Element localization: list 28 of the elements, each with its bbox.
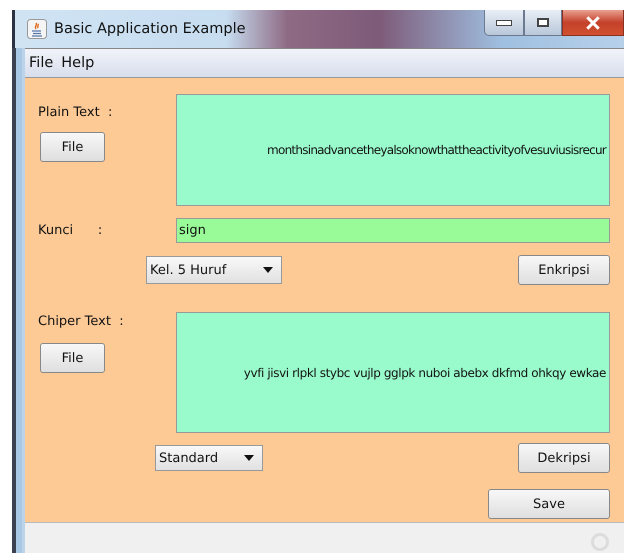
save-button[interactable]: Save [488,489,610,519]
field-value: sign [179,223,206,238]
text-area[interactable]: yvfi jisvi rlpkl stybc vujlp gglpk nuboi abebx dkfmd ohkqy ewkae [176,312,610,433]
field-label: Chiper Text : [38,314,124,329]
field-label: Plain Text : [38,105,112,120]
file-button[interactable]: File [40,343,105,373]
cup-icon [27,19,47,39]
text-content: yvfi jisvi rlpkl stybc vujlp gglpk nuboi abebx dkfmd ohkqy ewkae [244,366,606,380]
window-title: Basic Application Example [54,21,246,37]
caret-icon [244,455,254,461]
dropdown-value: Kel. 5 Huruf [150,262,226,278]
menu-item[interactable]: File [29,55,54,71]
caret-icon [263,267,273,273]
close-icon [585,16,601,30]
text-area[interactable]: monthsinadvancetheyalsoknowthattheactivityofvesuviusisrecur [176,94,610,206]
close-button[interactable] [562,10,624,36]
minimize-button[interactable] [484,10,524,36]
key-field[interactable]: sign [176,218,610,243]
decrypt-button[interactable]: Dekripsi [518,443,610,473]
file-button[interactable]: File [40,132,105,162]
dropdown-value: Standard [159,450,218,466]
dropdown[interactable]: Kel. 5 Huruf [146,256,282,284]
maximize-button[interactable] [524,10,562,36]
encrypt-button[interactable]: Enkripsi [518,255,610,285]
dropdown[interactable]: Standard [155,445,263,471]
menu-item[interactable]: Help [61,55,94,71]
field-label: Kunci : [37,223,104,238]
text-content: monthsinadvancetheyalsoknowthattheactivityofvesuviusisrecur [267,143,606,157]
